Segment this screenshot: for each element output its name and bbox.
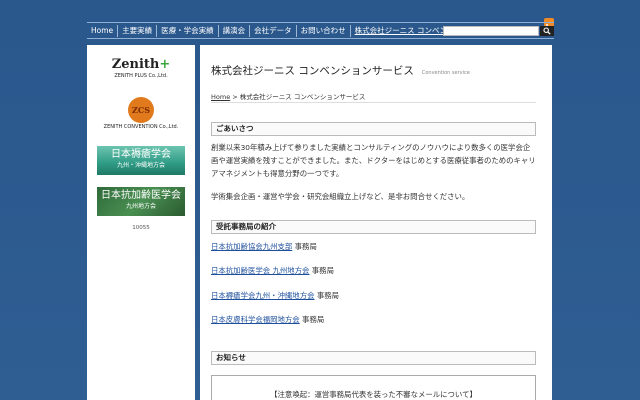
news-heading: お知らせ	[211, 351, 536, 365]
banner-jspu-kyushu[interactable]: 日本褥瘡学会 九州・沖縄地方会	[97, 146, 185, 175]
office-link-antiaging-association[interactable]: 日本抗加齢協会九州支部	[211, 242, 292, 251]
title-divider	[211, 102, 536, 103]
breadcrumb-separator: >	[230, 93, 240, 101]
banner-1-subtitle: 九州・沖縄地方会	[116, 162, 165, 169]
visitor-counter: 10055	[132, 225, 150, 231]
office-item: 日本抗加齢協会九州支部 事務局	[211, 241, 317, 252]
office-suffix: 事務局	[314, 291, 340, 300]
nav-lectures[interactable]: 講演会	[219, 24, 251, 37]
zenith-plus-subtitle: ZENITH PLUS Co.,Ltd.	[114, 73, 168, 79]
search-button[interactable]	[540, 26, 554, 36]
breadcrumb-home-link[interactable]: Home	[211, 93, 230, 101]
search-input[interactable]	[443, 26, 539, 36]
sidebar: Zenith+ ZENITH PLUS Co.,Ltd. ZCS ZENITH …	[87, 45, 195, 400]
offices-heading: 受託事務局の紹介	[211, 220, 536, 234]
banner-1-title: 日本褥瘡学会	[111, 149, 171, 160]
greeting-heading: ごあいさつ	[211, 122, 536, 136]
zcs-logo-mark: ZCS	[132, 105, 150, 115]
page-subtitle: Convention service	[421, 70, 470, 76]
breadcrumb-current: 株式会社ジーニス コンベンションサービス	[239, 93, 366, 101]
banner-2-title: 日本抗加齢医学会	[101, 190, 181, 201]
zenith-plus-logo[interactable]: Zenith+ ZENITH PLUS Co.,Ltd.	[97, 53, 185, 87]
search-icon	[543, 27, 551, 35]
office-item: 日本皮膚科学会福岡地方会 事務局	[211, 314, 324, 325]
notice-text[interactable]: 【注意喚起：運営事務局代表を装った不審なメールについて】	[212, 389, 535, 400]
office-suffix: 事務局	[292, 242, 317, 251]
office-link-dermatology[interactable]: 日本皮膚科学会福岡地方会	[211, 315, 300, 324]
zcs-subtitle: ZENITH CONVENTION Co.,Ltd.	[103, 124, 179, 130]
banner-2-subtitle: 九州地方会	[125, 203, 156, 210]
page-title: 株式会社ジーニス コンベンションサービス Convention service	[211, 63, 470, 78]
office-item: 日本抗加齢医学会 九州地方会 事務局	[211, 265, 334, 276]
main-content: 株式会社ジーニス コンベンションサービス Convention service H…	[200, 45, 552, 400]
greeting-paragraph-1: 創業以来30年積み上げて参りました実績とコンサルティングのノウハウにより数多くの…	[211, 143, 536, 178]
zcs-logo[interactable]: ZCS	[128, 97, 154, 123]
breadcrumb: Home > 株式会社ジーニス コンベンションサービス	[211, 91, 365, 101]
office-suffix: 事務局	[309, 266, 334, 275]
banner-antiaging-kyushu[interactable]: 日本抗加齢医学会 九州地方会	[97, 187, 185, 216]
nav-company-data[interactable]: 会社データ	[250, 24, 297, 37]
nav-contact[interactable]: お問い合わせ	[297, 24, 351, 37]
main-nav: Home 主要実績 医療・学会実績 講演会 会社データ お問い合わせ 株式会社ジ…	[87, 22, 554, 39]
notice-box: 【注意喚起：運営事務局代表を装った不審なメールについて】	[211, 375, 536, 400]
nav-medical-results[interactable]: 医療・学会実績	[157, 24, 219, 37]
zenith-plus-title: Zenith	[111, 57, 160, 72]
office-suffix: 事務局	[299, 315, 325, 324]
nav-main-results[interactable]: 主要実績	[118, 24, 158, 37]
nav-home[interactable]: Home	[87, 24, 119, 37]
greeting-paragraph-2: 学術集会企画・運営や学会・研究会組織立上げなど、是非お問合せください。	[211, 192, 470, 201]
search-bar	[443, 26, 554, 36]
page-title-text: 株式会社ジーニス コンベンションサービス	[211, 65, 414, 77]
office-item: 日本褥瘡学会九州・沖縄地方会 事務局	[211, 290, 339, 301]
office-link-antiaging-medicine[interactable]: 日本抗加齢医学会 九州地方会	[211, 266, 309, 275]
office-link-pressure-ulcer[interactable]: 日本褥瘡学会九州・沖縄地方会	[211, 291, 314, 300]
zenith-plus-mark: +	[159, 57, 171, 72]
